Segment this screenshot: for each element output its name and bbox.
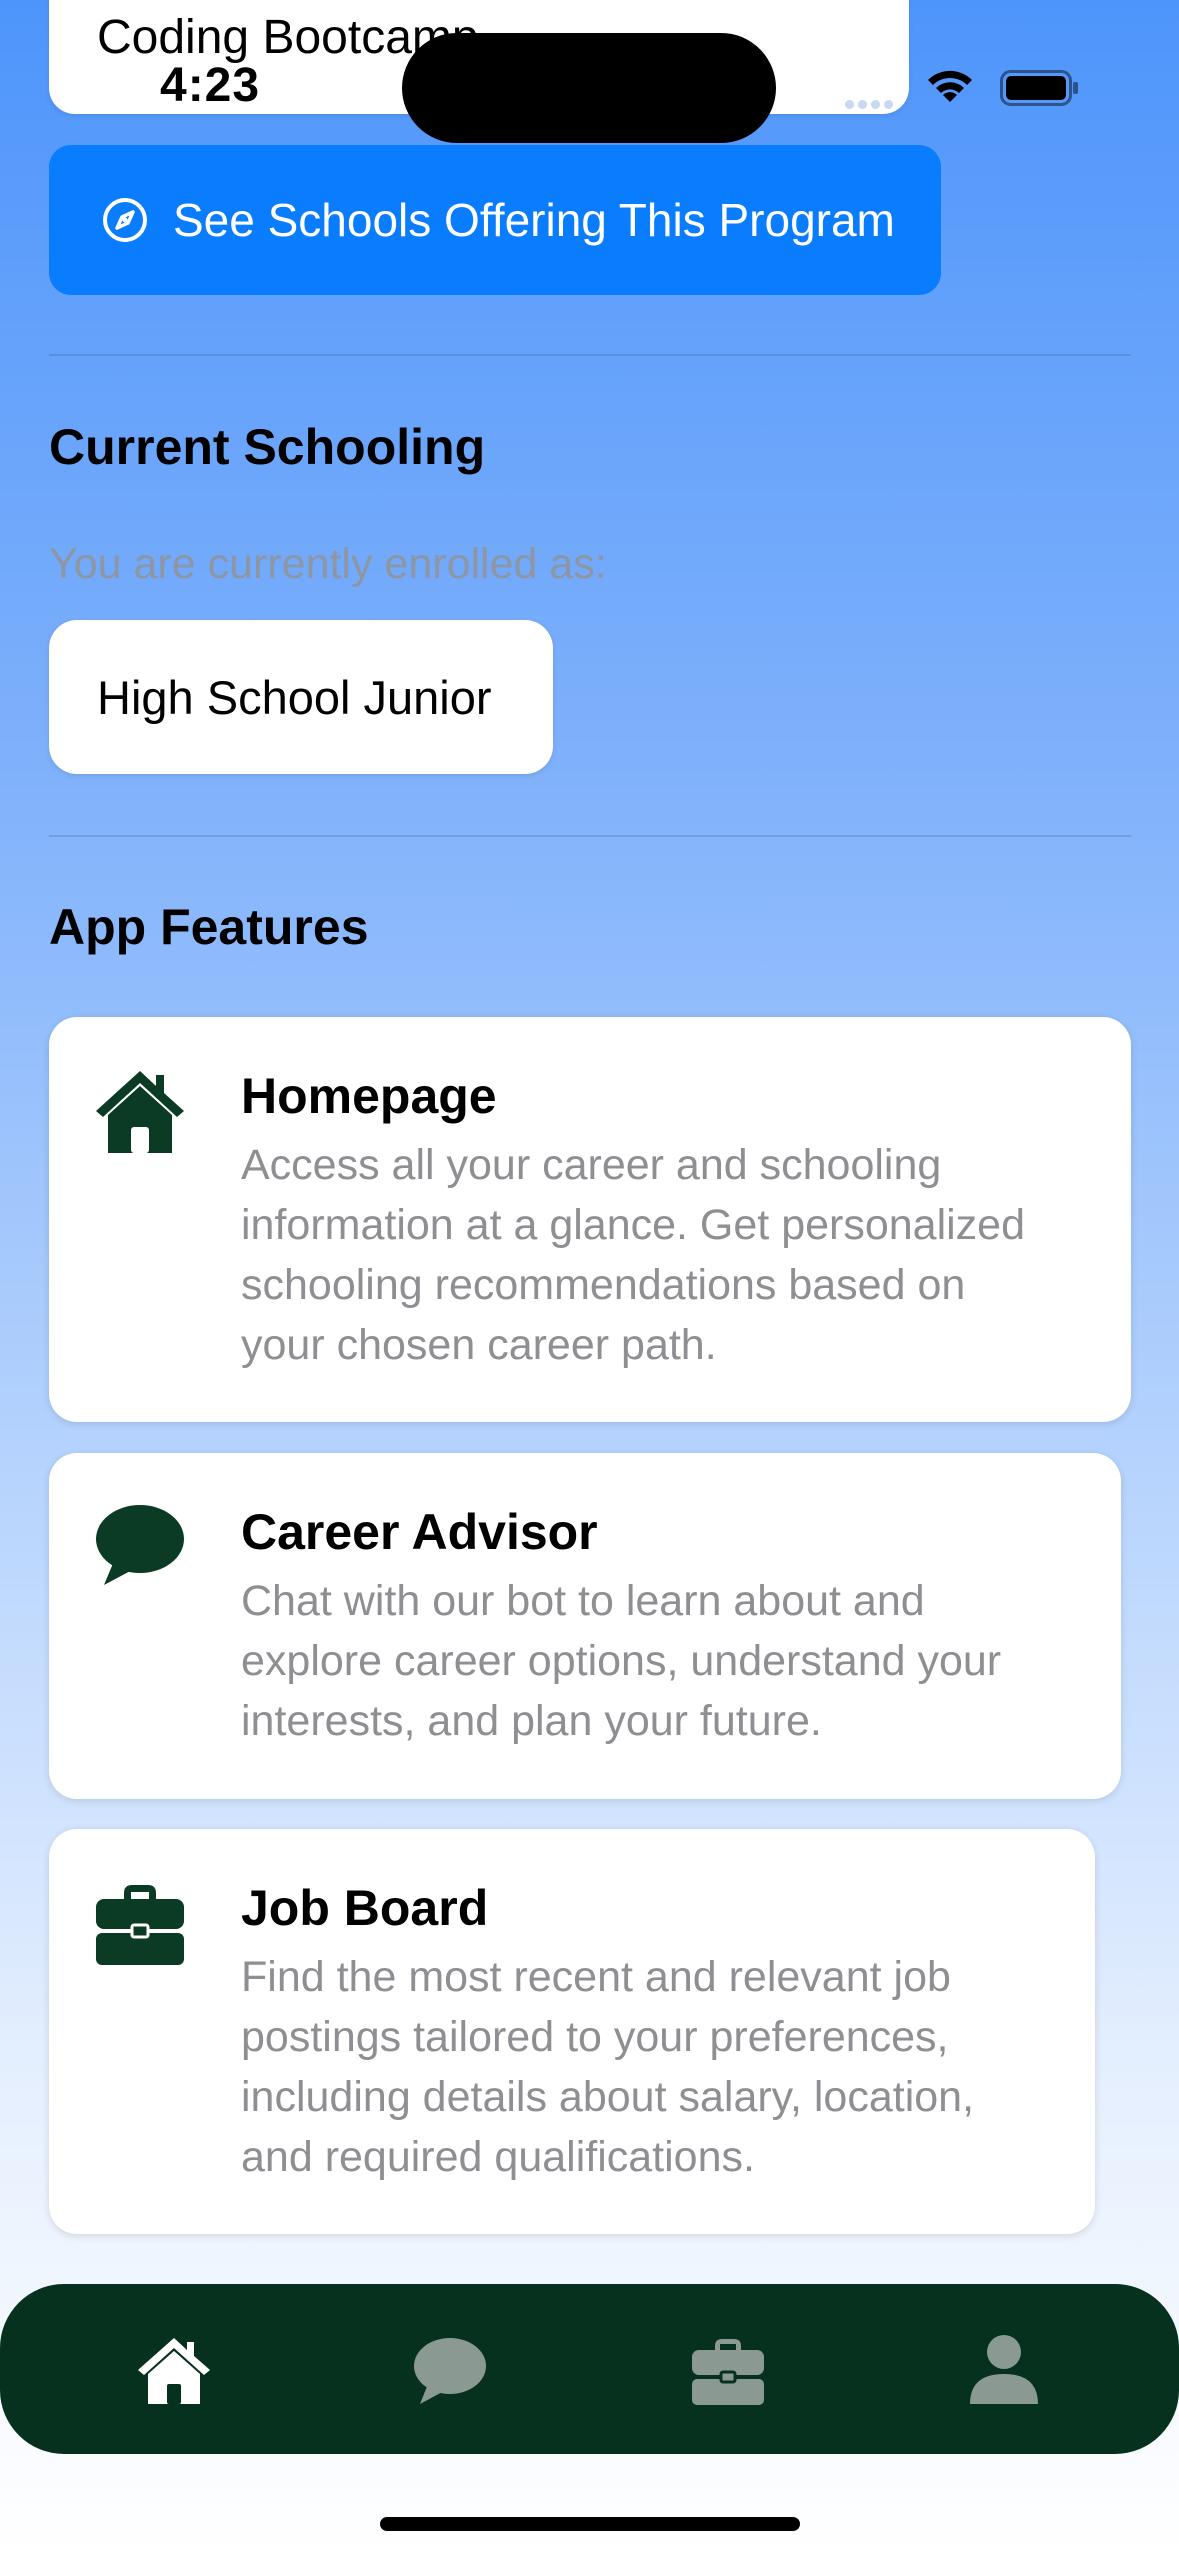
- feature-title: Job Board: [241, 1880, 489, 1936]
- app-features-title: App Features: [49, 899, 369, 955]
- dynamic-island: [402, 33, 776, 143]
- battery-icon: [1000, 70, 1078, 106]
- section-divider: [49, 354, 1131, 356]
- briefcase-icon: [96, 1885, 184, 1965]
- feature-description: Access all your career and schooling inf…: [241, 1141, 1026, 1369]
- feature-title: Career Advisor: [241, 1504, 598, 1560]
- home-tab-icon[interactable]: [136, 2332, 212, 2408]
- status-time: 4:23: [160, 59, 261, 112]
- compass-icon: [103, 198, 147, 242]
- feature-description: Find the most recent and relevant job po…: [241, 1953, 975, 2181]
- feature-card-homepage[interactable]: Homepage Access all your career and scho…: [49, 1017, 1131, 1422]
- chat-bubble-icon: [96, 1505, 184, 1585]
- feature-card-career-advisor[interactable]: Career Advisor Chat with our bot to lear…: [49, 1453, 1121, 1799]
- wifi-icon: [928, 70, 972, 102]
- current-schooling-chip[interactable]: High School Junior: [49, 620, 553, 774]
- profile-tab-icon[interactable]: [966, 2332, 1042, 2408]
- enrolled-caption: You are currently enrolled as:: [49, 540, 607, 588]
- section-divider: [49, 835, 1131, 837]
- house-icon: [96, 1071, 184, 1153]
- see-schools-button[interactable]: See Schools Offering This Program: [49, 145, 941, 295]
- feature-card-job-board[interactable]: Job Board Find the most recent and relev…: [49, 1829, 1095, 2234]
- see-schools-button-label: See Schools Offering This Program: [173, 194, 895, 246]
- tab-bar: [0, 2284, 1179, 2454]
- home-indicator: [380, 2517, 800, 2531]
- career-advisor-tab-icon[interactable]: [412, 2332, 488, 2408]
- cellular-signal-icon: [845, 96, 903, 109]
- job-board-tab-icon[interactable]: [690, 2332, 766, 2408]
- current-schooling-value: High School Junior: [97, 670, 492, 724]
- feature-title: Homepage: [241, 1068, 497, 1124]
- feature-description: Chat with our bot to learn about and exp…: [241, 1577, 1002, 1745]
- current-schooling-title: Current Schooling: [49, 419, 486, 475]
